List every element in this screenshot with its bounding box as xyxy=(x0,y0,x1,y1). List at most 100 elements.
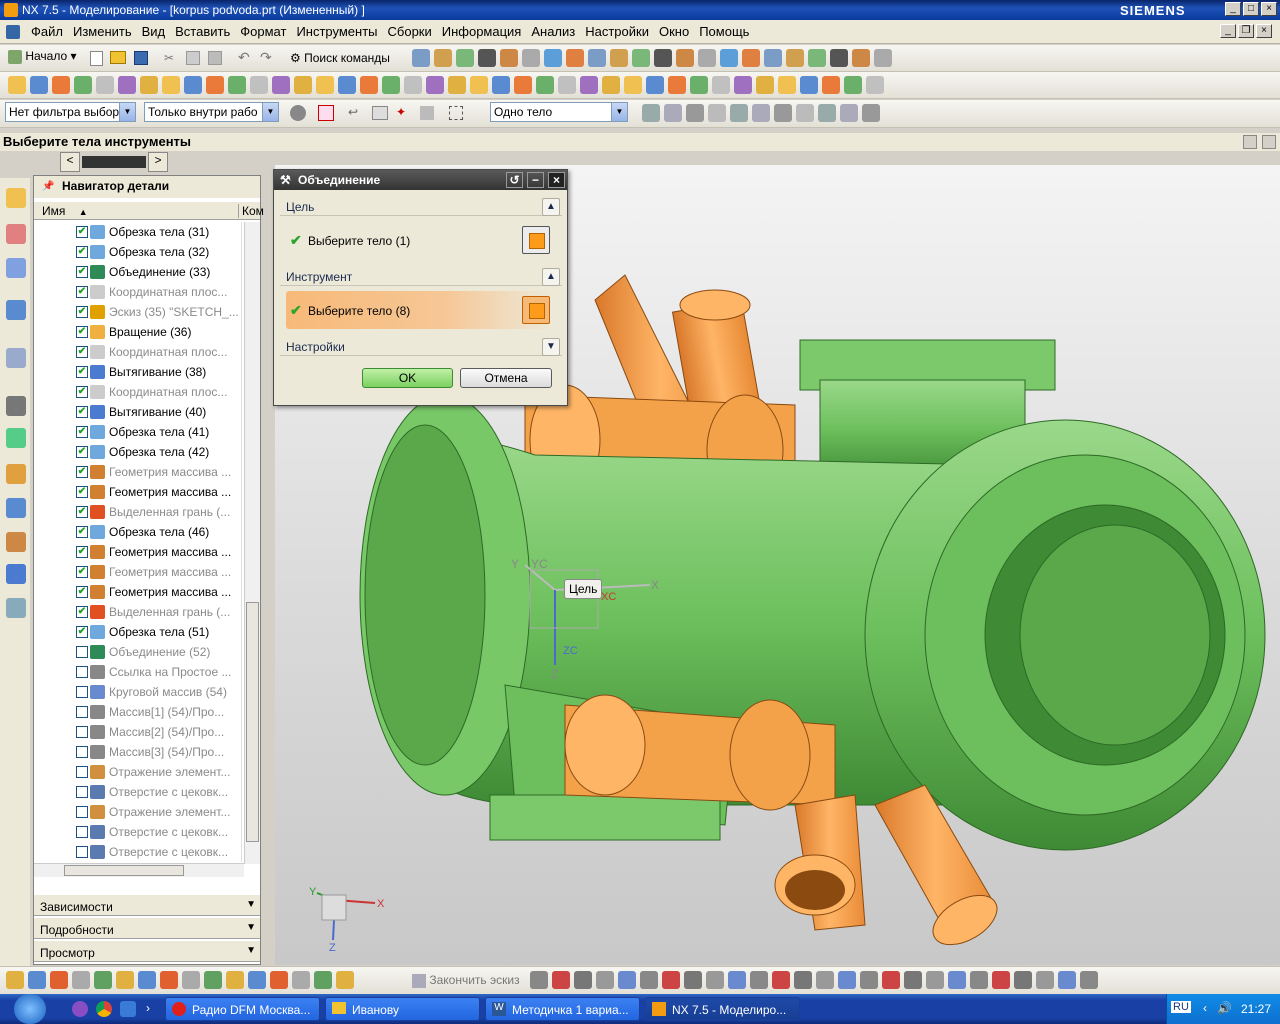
curve-tool-icon[interactable] xyxy=(1036,971,1054,989)
checkbox-unchecked[interactable] xyxy=(76,846,88,858)
task-nx[interactable]: NX 7.5 - Моделиро... xyxy=(645,997,800,1021)
horizontal-scrollbar[interactable] xyxy=(34,863,244,877)
selection-priority-icon[interactable] xyxy=(318,105,334,121)
column-comment-header[interactable]: Ком xyxy=(238,204,264,218)
snap-point-icon[interactable] xyxy=(686,104,704,122)
feature-tool-icon[interactable] xyxy=(602,76,620,94)
toolbar-tool-icon[interactable] xyxy=(412,49,430,67)
tree-row[interactable]: Круговой массив (54) xyxy=(34,682,242,702)
feature-tool-icon[interactable] xyxy=(866,76,884,94)
menu-item[interactable]: Настройки xyxy=(580,20,654,43)
quicklaunch-icon-3[interactable] xyxy=(120,1001,136,1017)
save-icon[interactable] xyxy=(134,51,148,65)
tree-row[interactable]: ✔ Геометрия массива ... xyxy=(34,582,242,602)
sketch-tool-icon[interactable] xyxy=(138,971,156,989)
toolbar-tool-icon[interactable] xyxy=(566,49,584,67)
tree-row[interactable]: ✔ Обрезка тела (51) xyxy=(34,622,242,642)
toolbar-tool-icon[interactable] xyxy=(544,49,562,67)
menu-item[interactable]: Вид xyxy=(137,20,171,43)
resource-tab-icon[interactable] xyxy=(6,464,26,484)
curve-tool-icon[interactable] xyxy=(618,971,636,989)
toolbar-tool-icon[interactable] xyxy=(654,49,672,67)
toolbar-tool-icon[interactable] xyxy=(852,49,870,67)
undo-icon[interactable]: ↶ xyxy=(238,49,250,66)
toolbar-tool-icon[interactable] xyxy=(588,49,606,67)
panel-details[interactable]: Подробности ▼ xyxy=(34,917,260,939)
feature-tool-icon[interactable] xyxy=(228,76,246,94)
feature-tool-icon[interactable] xyxy=(118,76,136,94)
checkbox-unchecked[interactable] xyxy=(76,786,88,798)
curve-tool-icon[interactable] xyxy=(904,971,922,989)
tree-row[interactable]: Отверстие с цековк... xyxy=(34,842,242,862)
feature-tool-icon[interactable] xyxy=(470,76,488,94)
sketch-tool-icon[interactable] xyxy=(204,971,222,989)
checkbox-checked[interactable]: ✔ xyxy=(76,286,88,298)
resource-tab-icon[interactable] xyxy=(6,348,26,368)
curve-tool-icon[interactable] xyxy=(1014,971,1032,989)
tree-row[interactable]: Массив[2] (54)/Про... xyxy=(34,722,242,742)
menu-item[interactable]: Файл xyxy=(26,20,68,43)
hscroll-thumb[interactable] xyxy=(64,865,184,876)
volume-icon[interactable]: 🔊 xyxy=(1217,1001,1232,1015)
toolbar-tool-icon[interactable] xyxy=(786,49,804,67)
redo-icon[interactable]: ↷ xyxy=(260,49,272,66)
feature-tool-icon[interactable] xyxy=(316,76,334,94)
feature-tool-icon[interactable] xyxy=(800,76,818,94)
toolbar-tool-icon[interactable] xyxy=(632,49,650,67)
doc-minimize-button[interactable]: _ xyxy=(1220,24,1236,38)
checkbox-checked[interactable]: ✔ xyxy=(76,546,88,558)
ok-button[interactable]: OK xyxy=(362,368,453,388)
view-triad[interactable] xyxy=(316,892,376,941)
curve-tool-icon[interactable] xyxy=(728,971,746,989)
task-folder[interactable]: Иванову xyxy=(325,997,480,1021)
toolbar-tool-icon[interactable] xyxy=(698,49,716,67)
scroll-right-button[interactable]: > xyxy=(148,152,168,172)
checkbox-unchecked[interactable] xyxy=(76,726,88,738)
curve-tool-icon[interactable] xyxy=(750,971,768,989)
toolbar-tool-icon[interactable] xyxy=(456,49,474,67)
checkbox-checked[interactable]: ✔ xyxy=(76,506,88,518)
show-desktop-icon[interactable]: › xyxy=(146,1001,150,1015)
checkbox-checked[interactable]: ✔ xyxy=(76,426,88,438)
clock[interactable]: 21:27 xyxy=(1241,1002,1271,1016)
scope-filter-select[interactable]: Только внутри рабо ▼ xyxy=(144,102,279,122)
menu-item[interactable]: Изменить xyxy=(68,20,137,43)
tree-row[interactable]: ✔ Координатная плос... xyxy=(34,282,242,302)
new-file-icon[interactable] xyxy=(90,51,103,66)
cue-expand-icon[interactable] xyxy=(1262,135,1276,149)
checkbox-checked[interactable]: ✔ xyxy=(76,226,88,238)
select-body-icon[interactable] xyxy=(522,226,550,254)
resource-tab-icon[interactable] xyxy=(6,598,26,618)
menu-item[interactable]: Анализ xyxy=(526,20,580,43)
tree-row[interactable]: ✔ Выделенная грань (... xyxy=(34,502,242,522)
snap-point-icon[interactable] xyxy=(818,104,836,122)
checkbox-unchecked[interactable] xyxy=(76,686,88,698)
snap-point-icon[interactable] xyxy=(730,104,748,122)
curve-tool-icon[interactable] xyxy=(970,971,988,989)
snap-point-icon[interactable] xyxy=(840,104,858,122)
rectangle-select-icon[interactable] xyxy=(449,106,463,120)
checkbox-unchecked[interactable] xyxy=(76,646,88,658)
toolbar-tool-icon[interactable] xyxy=(478,49,496,67)
sketch-tool-icon[interactable] xyxy=(72,971,90,989)
checkbox-checked[interactable]: ✔ xyxy=(76,586,88,598)
reset-icon[interactable]: ↺ xyxy=(506,172,523,188)
chrome-icon[interactable] xyxy=(96,1001,112,1017)
tree-row[interactable]: ✔ Координатная плос... xyxy=(34,382,242,402)
checkbox-unchecked[interactable] xyxy=(76,666,88,678)
close-icon[interactable]: × xyxy=(548,172,565,188)
tree-row[interactable]: ✔ Геометрия массива ... xyxy=(34,542,242,562)
toolbar-tool-icon[interactable] xyxy=(500,49,518,67)
filter-icon-4[interactable] xyxy=(420,106,434,120)
scroll-left-button[interactable]: < xyxy=(60,152,80,172)
feature-tool-icon[interactable] xyxy=(844,76,862,94)
feature-tool-icon[interactable] xyxy=(668,76,686,94)
cancel-button[interactable]: Отмена xyxy=(460,368,552,388)
feature-tool-icon[interactable] xyxy=(206,76,224,94)
sketch-tool-icon[interactable] xyxy=(270,971,288,989)
doc-restore-button[interactable]: ❐ xyxy=(1238,24,1254,38)
resource-tab-icon[interactable] xyxy=(6,300,26,320)
task-word[interactable]: W Методичка 1 вариа... xyxy=(485,997,640,1021)
tree-row[interactable]: ✔ Обрезка тела (32) xyxy=(34,242,242,262)
open-file-icon[interactable] xyxy=(110,51,126,64)
